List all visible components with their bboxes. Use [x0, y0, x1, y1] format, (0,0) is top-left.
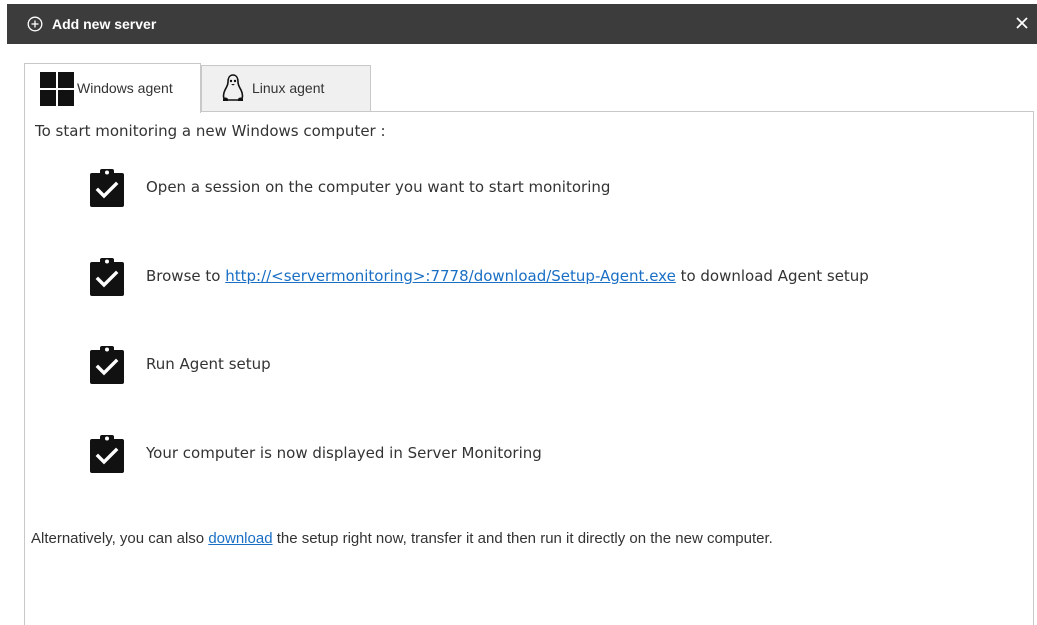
tab-linux-agent[interactable]: Linux agent	[201, 65, 371, 111]
tab-windows-label: Windows agent	[77, 80, 173, 96]
alternative-download-note: Alternatively, you can also download the…	[31, 530, 773, 548]
windows-agent-panel: To start monitoring a new Windows comput…	[24, 111, 1034, 625]
footer-text-before: Alternatively, you can also	[31, 530, 209, 547]
step-text: Run Agent setup	[146, 355, 271, 373]
clipboard-check-icon	[90, 435, 124, 473]
step-text-before: Browse to	[146, 267, 226, 285]
step-text-after: to download Agent setup	[675, 267, 869, 285]
agent-download-url-link[interactable]: http://<servermonitoring>:7778/download/…	[225, 267, 676, 285]
clipboard-check-icon	[90, 346, 124, 384]
close-icon[interactable]	[1013, 14, 1031, 32]
dialog-title: Add new server	[52, 16, 157, 32]
dialog-titlebar: Add new server	[7, 4, 1037, 44]
linux-penguin-icon	[222, 74, 244, 101]
tab-linux-label: Linux agent	[252, 80, 325, 96]
add-server-dialog: Add new server Windows agent Linux agent…	[0, 0, 1037, 625]
step-text: Open a session on the computer you want …	[146, 178, 611, 196]
add-circle-icon	[27, 16, 43, 32]
intro-text: To start monitoring a new Windows comput…	[35, 122, 386, 140]
download-link[interactable]: download	[208, 530, 272, 547]
windows-logo-icon	[40, 72, 74, 106]
step-text: Your computer is now displayed in Server…	[146, 444, 542, 462]
clipboard-check-icon	[90, 258, 124, 296]
footer-text-after: the setup right now, transfer it and the…	[272, 530, 773, 547]
clipboard-check-icon	[90, 169, 124, 207]
step-text: Browse to http://<servermonitoring>:7778…	[146, 267, 869, 285]
tab-windows-agent[interactable]: Windows agent	[24, 63, 201, 113]
